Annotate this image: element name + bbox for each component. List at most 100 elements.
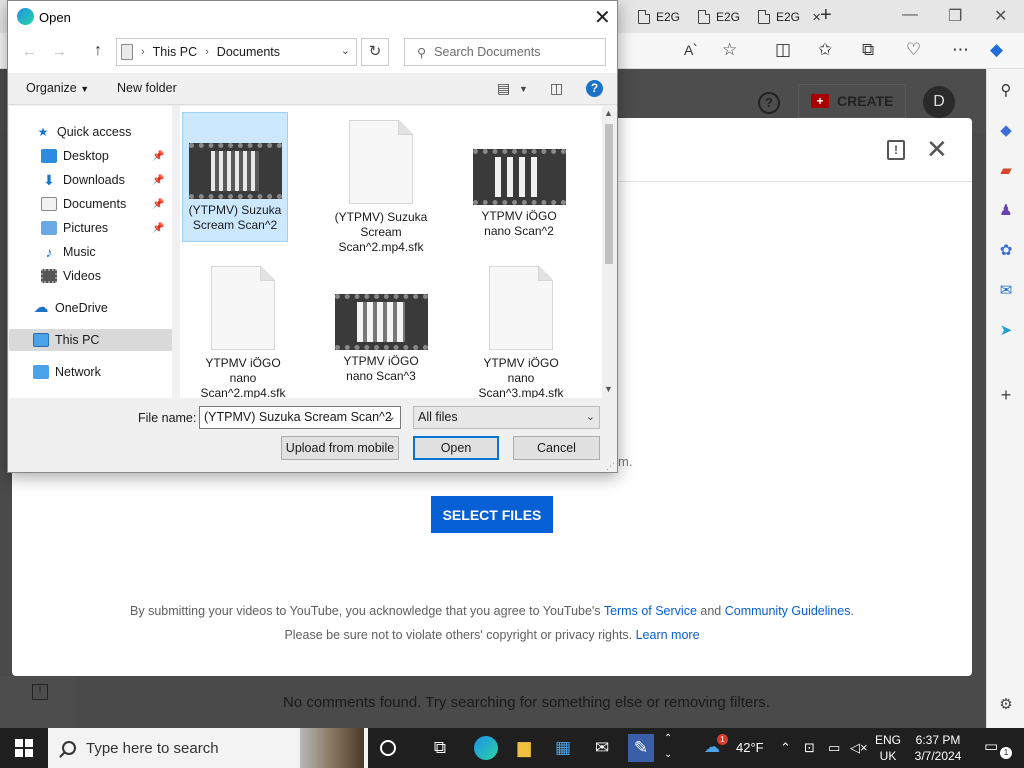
new-tab-icon[interactable]: +	[820, 5, 832, 25]
preview-pane-icon[interactable]: ◫	[550, 80, 563, 97]
copilot-icon[interactable]: ◆	[990, 41, 1003, 59]
file-list-scrollbar[interactable]: ▲ ▼	[602, 106, 616, 398]
nav-downloads[interactable]: ⬇ Downloads 📌	[9, 169, 172, 191]
microsoft365-icon[interactable]: ✿	[996, 241, 1016, 261]
favorites-icon[interactable]: ✩	[818, 41, 832, 59]
file-explorer-icon[interactable]: ▆	[512, 736, 536, 760]
close-icon[interactable]: ✕	[926, 136, 948, 162]
settings-gear-icon[interactable]: ⚙	[996, 695, 1016, 715]
help-icon[interactable]: ?	[586, 80, 603, 97]
create-button[interactable]: + CREATE	[798, 84, 906, 118]
file-item[interactable]: YTPMV iÖGO nano Scan^2.mp4.sfk	[190, 258, 296, 398]
chevron-down-icon[interactable]: ⌄	[341, 44, 350, 57]
feedback-icon[interactable]: !	[32, 684, 48, 700]
close-icon[interactable]: ✕	[594, 5, 611, 30]
file-item[interactable]: YTPMV iÖGO nano Scan^3	[328, 258, 434, 384]
scroll-up-icon[interactable]: ▲	[604, 108, 613, 118]
search-highlight-image[interactable]	[300, 728, 364, 768]
taskbar-search-box[interactable]: Type here to search	[48, 728, 368, 768]
drop-icon[interactable]: ➤	[996, 321, 1016, 341]
file-type-select[interactable]: All files ⌄	[413, 406, 600, 429]
nav-quick-access[interactable]: ★ Quick access	[9, 121, 172, 143]
chevron-down-icon[interactable]: ⌄	[586, 410, 595, 423]
add-sidebar-icon[interactable]: +	[996, 385, 1016, 405]
scroll-thumb[interactable]	[605, 124, 613, 264]
organize-button[interactable]: Organize ▼	[26, 81, 89, 95]
split-screen-icon[interactable]: ◫	[775, 41, 791, 59]
shopping-tag-icon[interactable]: ◆	[996, 121, 1016, 141]
browser-essentials-icon[interactable]: ♡	[906, 41, 921, 59]
close-window-icon[interactable]: ✕	[994, 6, 1007, 26]
windows-start-icon[interactable]	[15, 739, 33, 757]
up-arrow-icon[interactable]: ↑	[94, 42, 102, 60]
task-view-icon[interactable]: ⧉	[428, 736, 452, 760]
mail-icon[interactable]: ✉	[590, 736, 614, 760]
input-language-indicator[interactable]: ENG UK	[872, 732, 904, 764]
nav-music[interactable]: ♪ Music	[9, 241, 172, 263]
tab-e2g-3[interactable]: E2G ✕	[752, 4, 827, 30]
edge-browser-icon[interactable]	[474, 736, 498, 760]
restore-icon[interactable]: ❐	[948, 6, 962, 26]
read-aloud-icon[interactable]: A՝	[684, 41, 697, 59]
select-files-button[interactable]: SELECT FILES	[431, 496, 553, 533]
collections-icon[interactable]: ⧉	[862, 41, 874, 59]
help-icon[interactable]: ?	[758, 92, 780, 114]
learn-more-link[interactable]: Learn more	[636, 628, 700, 642]
upload-from-mobile-button[interactable]: Upload from mobile	[281, 436, 399, 460]
nav-videos[interactable]: Videos	[9, 265, 172, 287]
games-icon[interactable]: ♟	[996, 201, 1016, 221]
more-menu-icon[interactable]: ⋯	[952, 41, 969, 59]
nav-documents[interactable]: Documents 📌	[9, 193, 172, 215]
notification-count-badge: 1	[1000, 747, 1012, 759]
search-documents-input[interactable]: ⚲ Search Documents	[404, 38, 606, 66]
tools-icon[interactable]: ▰	[996, 161, 1016, 181]
file-item[interactable]: (YTPMV) Suzuka Scream Scan^2.mp4.sfk	[328, 112, 434, 255]
nav-network[interactable]: Network	[9, 361, 172, 383]
terms-of-service-link[interactable]: Terms of Service	[604, 604, 697, 618]
forward-arrow-icon[interactable]: →	[52, 43, 67, 60]
outlook-icon[interactable]: ✉	[996, 281, 1016, 301]
avatar[interactable]: D	[923, 86, 955, 118]
file-item[interactable]: YTPMV iÖGO nano Scan^3.mp4.sfk	[468, 258, 574, 398]
file-name-line: (YTPMV) Suzuka	[188, 203, 282, 217]
nav-onedrive[interactable]: ☁ OneDrive	[9, 297, 172, 319]
nav-desktop[interactable]: Desktop 📌	[9, 145, 172, 167]
tab-e2g-1[interactable]: E2G	[632, 4, 686, 30]
video-editor-app-icon[interactable]: ✎	[628, 734, 654, 762]
nav-this-pc[interactable]: This PC	[9, 329, 172, 351]
system-clock[interactable]: 6:37 PM 3/7/2024	[908, 732, 968, 764]
network-status-icon[interactable]: ▭	[828, 740, 840, 756]
resize-grip-icon[interactable]: ⋰	[606, 461, 615, 472]
change-view-icon[interactable]: ▤	[497, 80, 510, 97]
breadcrumb-this-pc[interactable]: This PC	[153, 45, 197, 59]
back-arrow-icon[interactable]: ←	[22, 43, 37, 60]
open-button[interactable]: Open	[413, 436, 499, 460]
feedback-flag-icon[interactable]: !	[887, 140, 905, 160]
scroll-down-icon[interactable]: ▼	[604, 384, 613, 394]
scroll-arrows-icon[interactable]: ⌃ ⌄	[664, 731, 672, 763]
file-item[interactable]: YTPMV iÖGO nano Scan^2	[466, 112, 572, 239]
refresh-icon[interactable]: ↻	[361, 38, 389, 66]
address-bar[interactable]: › This PC › Documents ⌄	[116, 38, 357, 66]
file-name-input[interactable]: (YTPMV) Suzuka Scream Scan^2 ⌄	[199, 406, 401, 429]
file-item[interactable]: (YTPMV) Suzuka Scream Scan^2	[182, 112, 288, 242]
meet-now-icon[interactable]: ⊡	[804, 740, 815, 756]
microsoft-store-icon[interactable]: ▦	[551, 736, 575, 760]
minimize-icon[interactable]: —	[902, 6, 918, 24]
view-options-caret-icon[interactable]: ▼	[519, 84, 528, 94]
favorite-star-icon[interactable]: ☆	[722, 41, 737, 59]
search-icon[interactable]: ⚲	[996, 81, 1016, 101]
volume-muted-icon[interactable]: ◁×	[850, 740, 868, 756]
notification-center-icon[interactable]: ▭	[984, 737, 998, 755]
show-hidden-icons-icon[interactable]: ⌃	[780, 740, 791, 756]
breadcrumb-documents[interactable]: Documents	[217, 45, 280, 59]
legal-prefix: By submitting your videos to YouTube, yo…	[130, 604, 604, 618]
weather-temperature[interactable]: 42°F	[736, 740, 764, 755]
tab-e2g-2[interactable]: E2G	[692, 4, 746, 30]
cortana-icon[interactable]	[380, 740, 396, 756]
new-folder-button[interactable]: New folder	[117, 81, 177, 95]
chevron-down-icon[interactable]: ⌄	[387, 410, 396, 423]
community-guidelines-link[interactable]: Community Guidelines	[725, 604, 851, 618]
nav-pictures[interactable]: Pictures 📌	[9, 217, 172, 239]
cancel-button[interactable]: Cancel	[513, 436, 600, 460]
